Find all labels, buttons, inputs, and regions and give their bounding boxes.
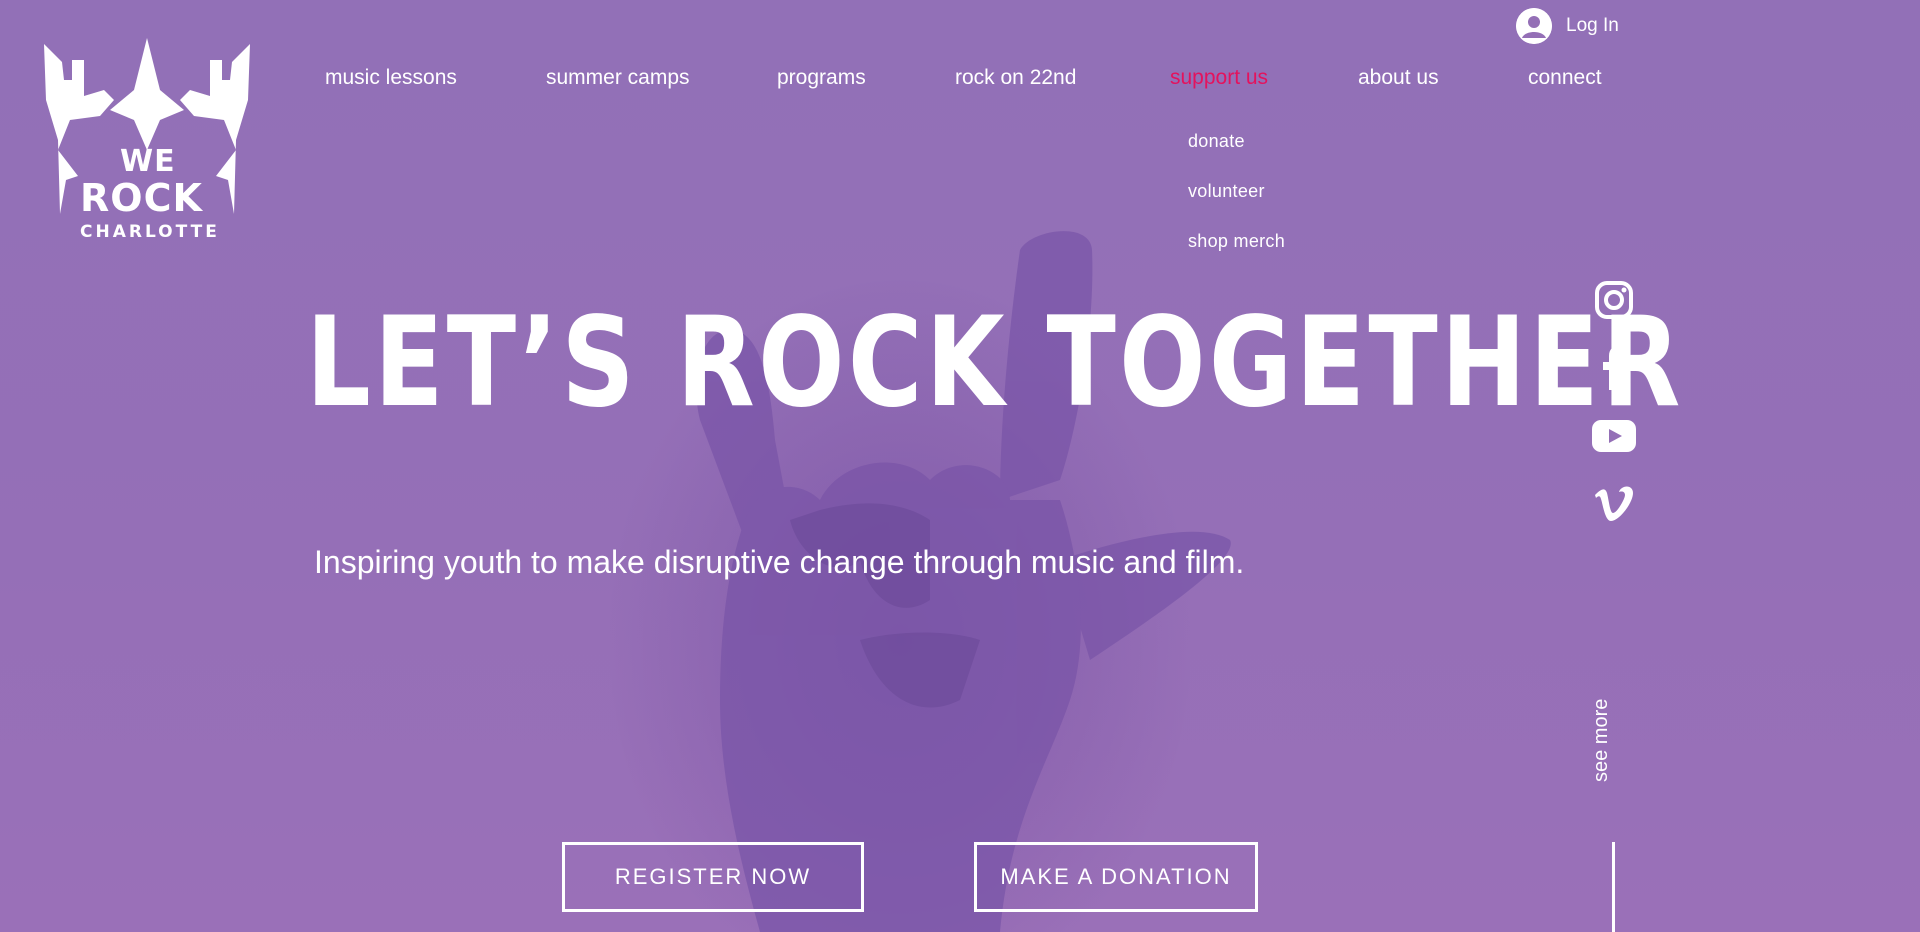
dropdown-item-volunteer[interactable]: volunteer <box>1188 178 1285 228</box>
nav-item-music-lessons[interactable]: music lessons <box>325 66 457 90</box>
we-rock-charlotte-logo[interactable]: WE ROCK CHARLOTTE <box>0 0 260 250</box>
nav-item-connect[interactable]: connect <box>1528 66 1602 90</box>
logo-text-we: WE <box>120 144 176 179</box>
avatar-icon <box>1516 8 1552 44</box>
main-nav: music lessons summer camps programs rock… <box>0 66 1920 96</box>
youtube-icon[interactable] <box>1592 414 1636 458</box>
social-links <box>1592 278 1636 550</box>
instagram-icon[interactable] <box>1592 278 1636 322</box>
vimeo-icon[interactable] <box>1592 482 1636 526</box>
hero-headline: LET’S ROCK TOGETHER <box>306 291 1684 435</box>
nav-item-programs[interactable]: programs <box>777 66 866 90</box>
register-now-button[interactable]: REGISTER NOW <box>562 842 864 912</box>
dropdown-item-shop-merch[interactable]: shop merch <box>1188 228 1285 278</box>
facebook-icon[interactable] <box>1592 346 1636 390</box>
nav-item-summer-camps[interactable]: summer camps <box>546 66 690 90</box>
support-us-dropdown: donate volunteer shop merch <box>1188 128 1285 278</box>
hero-tagline: Inspiring youth to make disruptive chang… <box>314 544 1245 580</box>
login-button[interactable]: Log In <box>1516 6 1619 46</box>
logo-text-rock: ROCK <box>80 176 203 220</box>
see-more-link[interactable]: see more <box>1590 699 1613 782</box>
logo-text-city: CHARLOTTE <box>80 222 220 242</box>
nav-item-rock-on-22nd[interactable]: rock on 22nd <box>955 66 1076 90</box>
login-label: Log In <box>1566 15 1619 36</box>
see-more-divider <box>1612 842 1615 932</box>
nav-item-support-us[interactable]: support us <box>1170 66 1268 90</box>
nav-item-about-us[interactable]: about us <box>1358 66 1439 90</box>
make-a-donation-button[interactable]: MAKE A DONATION <box>974 842 1258 912</box>
dropdown-item-donate[interactable]: donate <box>1188 128 1285 178</box>
